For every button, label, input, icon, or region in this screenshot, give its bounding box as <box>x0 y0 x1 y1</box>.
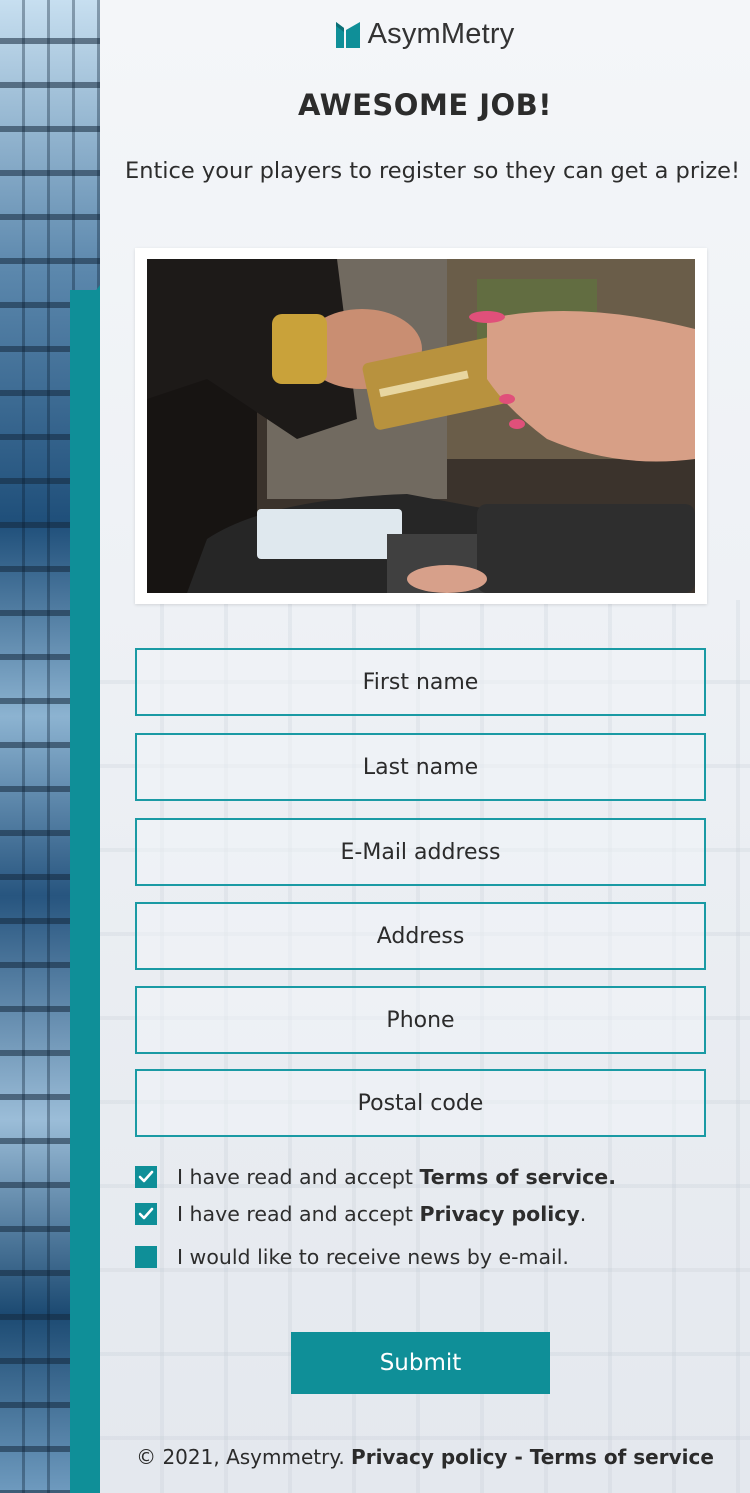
privacy-policy-link[interactable]: Privacy policy <box>419 1202 579 1226</box>
first-name-field[interactable] <box>135 648 706 716</box>
checkmark-icon <box>138 1170 154 1183</box>
last-name-field[interactable] <box>135 733 706 801</box>
footer-separator: - <box>507 1445 530 1469</box>
hero-photo-frame <box>135 248 707 604</box>
main-content: AsymMetry AWESOME JOB! Entice your playe… <box>100 0 750 1493</box>
hero-photo-card-payment <box>147 259 695 593</box>
newsletter-consent-row[interactable]: I would like to receive news by e-mail. <box>135 1244 735 1270</box>
newsletter-consent-label: I would like to receive news by e-mail. <box>177 1245 569 1269</box>
terms-consent-label: I have read and accept Terms of service. <box>177 1165 616 1189</box>
page-subtitle: Entice your players to register so they … <box>124 158 741 184</box>
terms-consent-row[interactable]: I have read and accept Terms of service. <box>135 1164 735 1190</box>
asymmetry-logo-icon <box>335 21 360 48</box>
terms-checkbox[interactable] <box>135 1166 157 1188</box>
privacy-consent-row[interactable]: I have read and accept Privacy policy. <box>135 1201 735 1227</box>
first-name-input[interactable] <box>137 650 704 714</box>
newsletter-checkbox[interactable] <box>135 1246 157 1268</box>
footer: © 2021, Asymmetry. Privacy policy - Term… <box>100 1445 750 1469</box>
page-title: AWESOME JOB! <box>297 88 552 122</box>
privacy-consent-suffix: . <box>579 1202 587 1226</box>
phone-field[interactable] <box>135 986 706 1054</box>
brand-name: AsymMetry <box>367 18 515 50</box>
email-field[interactable] <box>135 818 706 886</box>
privacy-checkbox[interactable] <box>135 1203 157 1225</box>
postal-code-field[interactable] <box>135 1069 706 1137</box>
submit-button[interactable]: Submit <box>291 1332 550 1394</box>
footer-copyright: © 2021, Asymmetry. <box>136 1445 352 1469</box>
last-name-input[interactable] <box>137 735 704 799</box>
checkmark-icon <box>138 1207 154 1220</box>
address-field[interactable] <box>135 902 706 970</box>
postal-code-input[interactable] <box>137 1071 704 1135</box>
terms-of-service-link[interactable]: Terms of service. <box>419 1165 616 1189</box>
privacy-consent-label: I have read and accept Privacy policy. <box>177 1202 586 1226</box>
email-input[interactable] <box>137 820 704 884</box>
card-payment-illustration <box>147 259 695 593</box>
background-teal-strip <box>70 290 100 1493</box>
terms-consent-prefix: I have read and accept <box>177 1165 420 1189</box>
privacy-consent-prefix: I have read and accept <box>177 1202 420 1226</box>
address-input[interactable] <box>137 904 704 968</box>
footer-privacy-link[interactable]: Privacy policy <box>351 1445 507 1469</box>
footer-terms-link[interactable]: Terms of service <box>530 1445 714 1469</box>
phone-input[interactable] <box>137 988 704 1052</box>
brand-logo: AsymMetry <box>100 18 750 51</box>
